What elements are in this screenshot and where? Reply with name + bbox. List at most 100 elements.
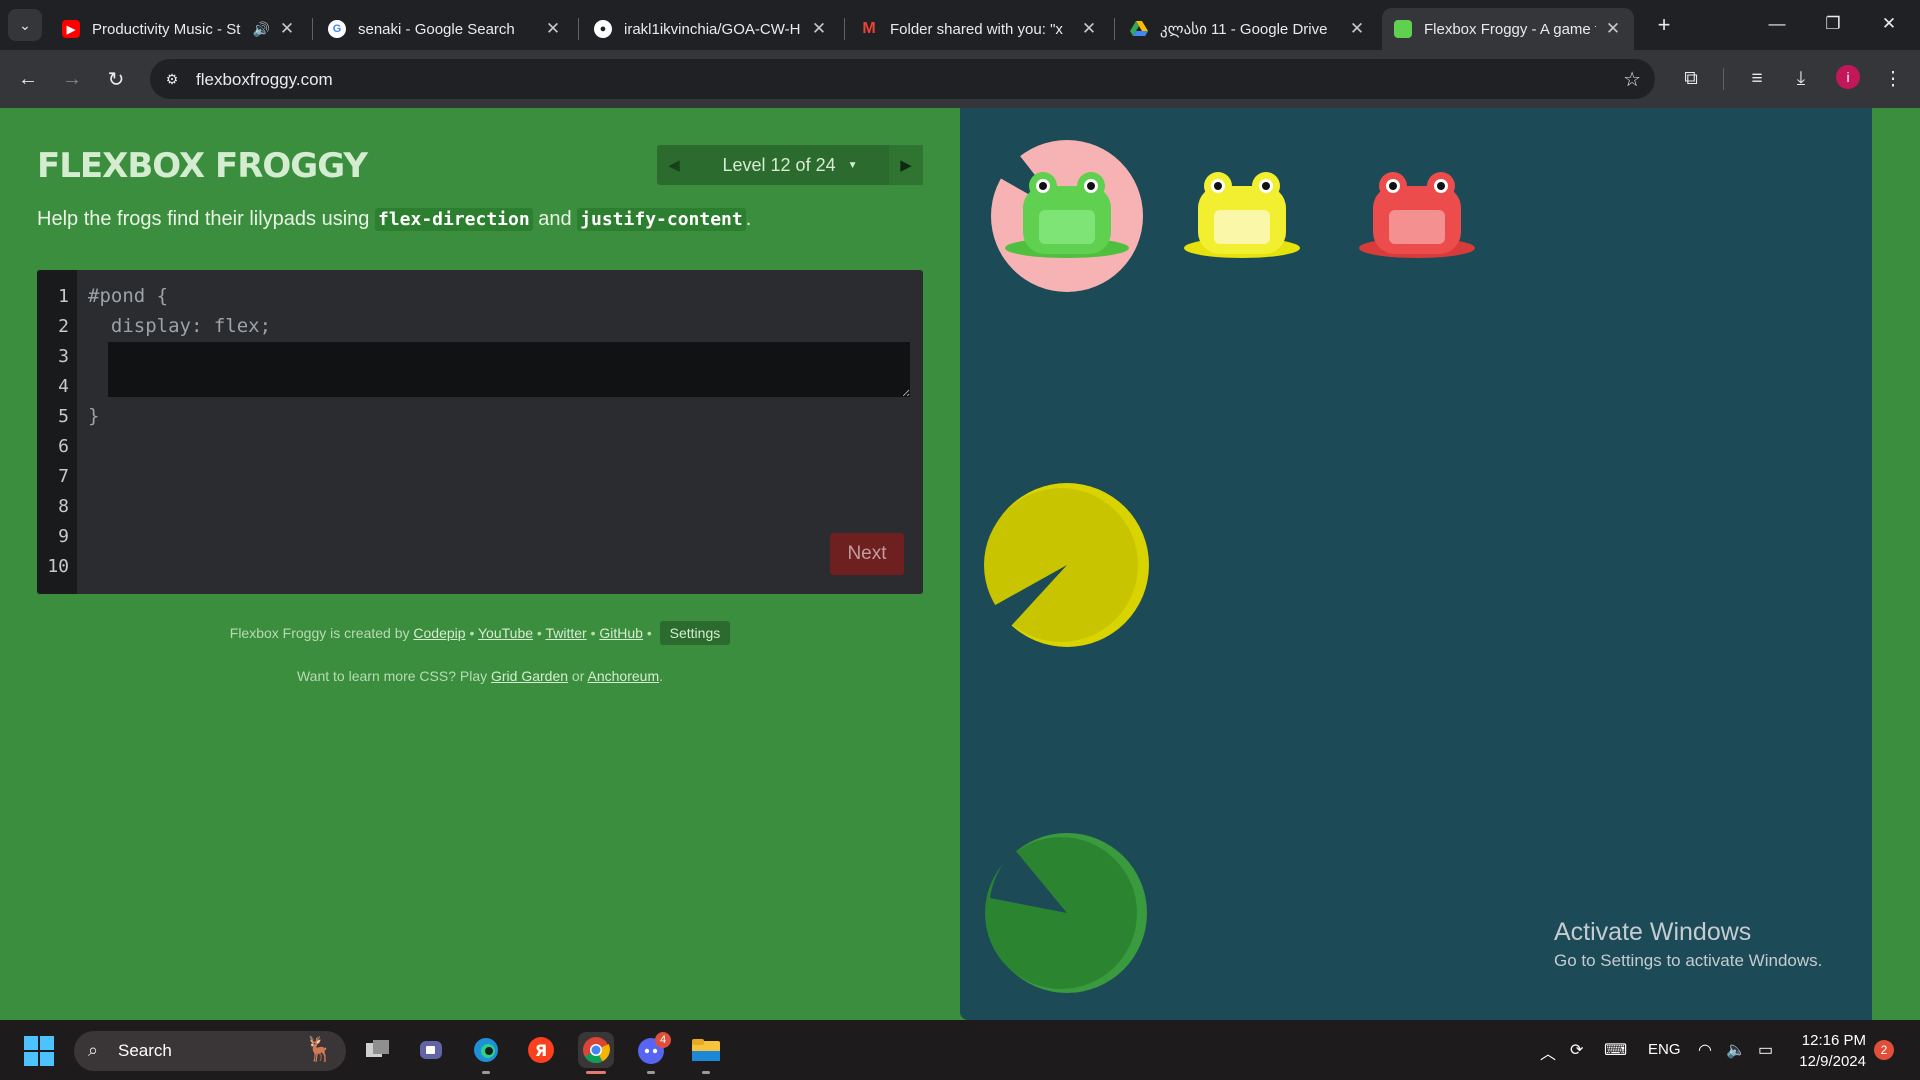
- taskbar: ⌕ Search 🦌 Я 4 ︿ ⟳ ⌨ ENG ◠ 🔈 ▭ 12:16 PM …: [0, 1020, 1920, 1080]
- code-flex-direction: flex-direction: [374, 208, 533, 231]
- codepip-link[interactable]: Codepip: [413, 625, 465, 641]
- next-level-button[interactable]: ▶: [889, 145, 923, 185]
- minimize-button[interactable]: —: [1754, 8, 1800, 40]
- browser-toolbar: ← → ↻ ⚙ flexboxfroggy.com ☆ ⧉ ≡ ⤓ ⋮: [0, 50, 1920, 108]
- chevron-down-icon: ⌄: [19, 16, 31, 33]
- sync-icon[interactable]: ⟳: [1570, 1040, 1583, 1060]
- url-text[interactable]: flexboxfroggy.com: [196, 70, 333, 90]
- line-number: 1: [58, 286, 69, 307]
- tab-google-drive[interactable]: კლასი 11 - Google Drive ✕: [1118, 8, 1378, 50]
- yandex-icon[interactable]: Я: [523, 1032, 559, 1068]
- arrow-left-icon: ←: [18, 67, 38, 90]
- wifi-icon[interactable]: ◠: [1698, 1040, 1712, 1060]
- frog-yellow: [1184, 172, 1300, 258]
- tab-flexbox-froggy[interactable]: Flexbox Froggy - A game f ✕: [1382, 8, 1634, 50]
- battery-icon[interactable]: ▭: [1758, 1040, 1773, 1060]
- language-indicator[interactable]: ENG: [1648, 1041, 1681, 1058]
- page-right-strip: [1872, 108, 1920, 1020]
- credits: Flexbox Froggy is created by Codepip • Y…: [0, 621, 960, 645]
- svg-text:Я: Я: [535, 1041, 547, 1060]
- close-window-button[interactable]: ✕: [1866, 8, 1912, 40]
- search-highlight-icon: 🦌: [304, 1036, 334, 1063]
- download-icon: ⤓: [1796, 68, 1806, 89]
- notification-badge[interactable]: 2: [1874, 1040, 1894, 1060]
- anchoreum-link[interactable]: Anchoreum: [588, 668, 660, 684]
- youtube-link[interactable]: YouTube: [478, 625, 533, 641]
- teams-meet-icon[interactable]: [413, 1032, 449, 1068]
- youtube-icon: ▶: [62, 20, 80, 38]
- explorer-running-indicator: [702, 1071, 710, 1074]
- profile-avatar[interactable]: i: [1836, 65, 1860, 89]
- new-tab-button[interactable]: +: [1652, 12, 1676, 37]
- menu-button[interactable]: ⋮: [1878, 64, 1908, 94]
- close-icon[interactable]: ✕: [1348, 19, 1366, 39]
- sidebar-panel: FLEXBOX FROGGY ◀ Level 12 of 24 ▼ ▶ Help…: [0, 108, 960, 1020]
- line-number: 2: [58, 316, 69, 337]
- tab-gmail[interactable]: M Folder shared with you: "x ✕: [848, 8, 1110, 50]
- close-icon[interactable]: ✕: [544, 19, 562, 39]
- close-icon[interactable]: ✕: [1604, 19, 1622, 39]
- search-icon: ⌕: [88, 1040, 99, 1060]
- site-info-icon[interactable]: ⚙: [162, 69, 182, 89]
- close-icon[interactable]: ✕: [278, 19, 296, 39]
- downloads-button[interactable]: ⤓: [1786, 64, 1816, 94]
- tab-github[interactable]: ● irakl1ikvinchia/GOA-CW-H ✕: [582, 8, 840, 50]
- next-button[interactable]: Next: [830, 533, 904, 575]
- chevron-up-icon[interactable]: ︿: [1540, 1040, 1556, 1064]
- file-explorer-icon[interactable]: [688, 1032, 724, 1068]
- arrow-right-icon: →: [62, 67, 82, 90]
- css-editor: 1 2 3 4 5 6 7 8 9 10 #pond { display: fl…: [37, 270, 923, 594]
- tab-search-button[interactable]: ⌄: [8, 9, 42, 41]
- chrome-icon[interactable]: [578, 1032, 614, 1068]
- discord-badge: 4: [655, 1032, 671, 1048]
- line-number: 3: [58, 346, 69, 367]
- restore-button[interactable]: ❐: [1810, 8, 1856, 40]
- discord-running-indicator: [647, 1071, 655, 1074]
- pond-scene: [984, 140, 1475, 993]
- code-line-selector: #pond {: [88, 285, 169, 307]
- code-line-close-brace: }: [88, 405, 100, 427]
- level-instructions: Help the frogs find their lilypads using…: [37, 208, 752, 231]
- volume-icon[interactable]: 🔈: [1726, 1040, 1746, 1060]
- reload-button[interactable]: ↻: [100, 63, 132, 95]
- game-logo: FLEXBOX FROGGY: [37, 146, 368, 186]
- tab-productivity-music[interactable]: ▶ Productivity Music - St 🔊 ✕: [50, 8, 308, 50]
- media-queue-icon: ≡: [1751, 68, 1763, 89]
- address-bar[interactable]: ⚙ flexboxfroggy.com ☆: [150, 59, 1655, 99]
- taskbar-search[interactable]: ⌕ Search 🦌: [74, 1031, 346, 1071]
- grid-garden-link[interactable]: Grid Garden: [491, 668, 568, 684]
- chrome-active-indicator: [586, 1071, 606, 1074]
- gmail-icon: M: [862, 20, 876, 37]
- lilypad-yellow: [984, 483, 1149, 647]
- line-number: 10: [47, 556, 69, 577]
- bookmark-star-icon[interactable]: ☆: [1623, 67, 1641, 92]
- close-icon[interactable]: ✕: [810, 19, 828, 39]
- close-icon[interactable]: ✕: [1080, 19, 1098, 39]
- pond: [960, 108, 1872, 1020]
- tab-google-search[interactable]: G senaki - Google Search ✕: [316, 8, 574, 50]
- github-icon: ●: [594, 20, 612, 38]
- tab-strip: ⌄ ▶ Productivity Music - St 🔊 ✕ G senaki…: [0, 0, 1920, 50]
- triangle-left-icon: ◀: [668, 157, 680, 174]
- level-indicator[interactable]: Level 12 of 24 ▼: [697, 145, 883, 185]
- edge-icon[interactable]: [468, 1032, 504, 1068]
- lilypad-green: [985, 833, 1147, 993]
- windows-start-button[interactable]: [24, 1036, 54, 1066]
- frog-red: [1359, 172, 1475, 258]
- level-selector: ◀ Level 12 of 24 ▼ ▶: [657, 145, 923, 185]
- settings-button[interactable]: Settings: [659, 621, 731, 645]
- forward-button[interactable]: →: [56, 63, 88, 95]
- clock-date: 12/9/2024: [1799, 1053, 1866, 1070]
- task-view-icon[interactable]: [360, 1032, 396, 1068]
- previous-level-button[interactable]: ◀: [657, 145, 691, 185]
- extensions-button[interactable]: ⧉: [1676, 64, 1706, 94]
- caret-down-icon: ▼: [847, 159, 858, 171]
- speaker-icon[interactable]: 🔊: [253, 21, 270, 38]
- twitter-link[interactable]: Twitter: [545, 625, 586, 641]
- css-answer-input[interactable]: [108, 342, 910, 397]
- clock[interactable]: 12:16 PM 12/9/2024: [1790, 1030, 1866, 1072]
- media-control-button[interactable]: ≡: [1742, 64, 1772, 94]
- keyboard-icon[interactable]: ⌨: [1604, 1040, 1627, 1060]
- github-link[interactable]: GitHub: [599, 625, 643, 641]
- back-button[interactable]: ←: [12, 63, 44, 95]
